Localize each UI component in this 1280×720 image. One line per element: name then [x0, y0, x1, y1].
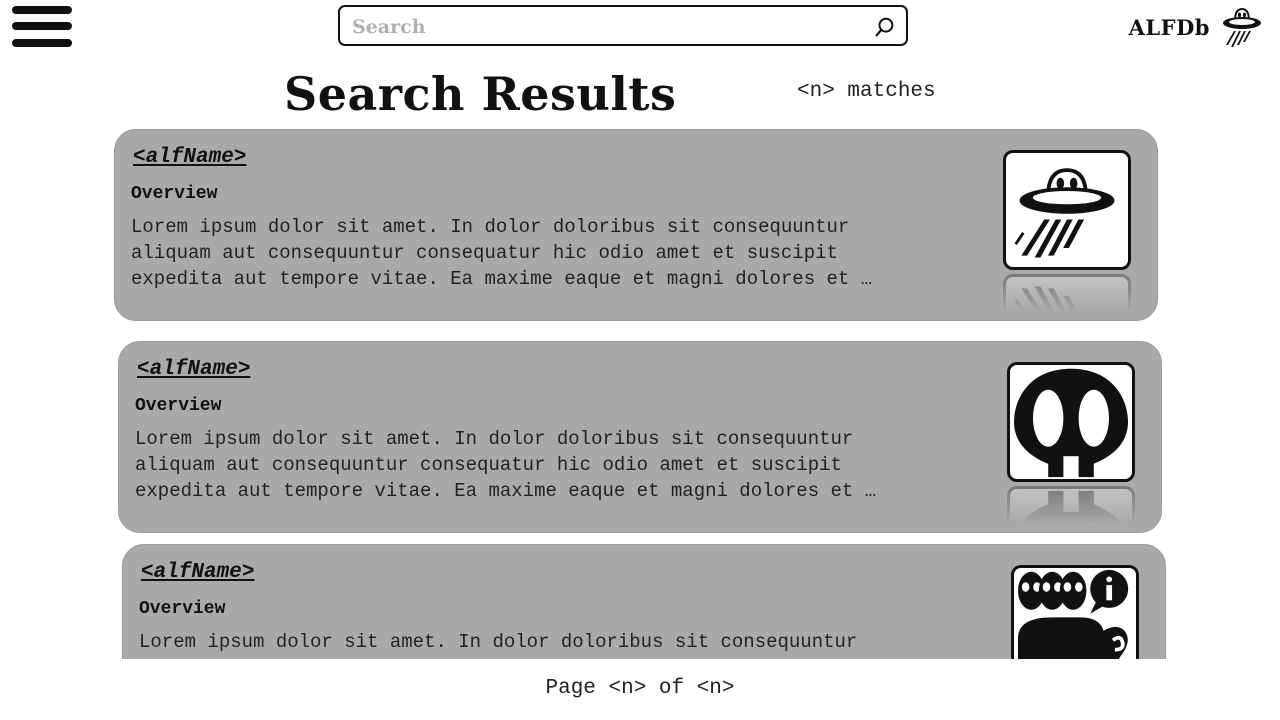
alf-name-link[interactable]: <alfName> [137, 358, 250, 381]
match-count: <n> matches [797, 80, 936, 103]
alien-skull-icon [1014, 368, 1128, 479]
overview-text: Lorem ipsum dolor sit amet. In dolor dol… [131, 216, 873, 290]
search-input[interactable] [350, 13, 854, 41]
result-card[interactable]: <alfName> Overview Lorem ipsum dolor sit… [118, 341, 1162, 533]
overview-text: Lorem ipsum dolor sit amet. In dolor dol… [135, 428, 877, 502]
brand-name: ALFDb [1128, 14, 1210, 40]
overview-label: Overview [139, 599, 226, 619]
thumbnail-reflection [1003, 274, 1131, 312]
overview-label: Overview [135, 396, 222, 416]
menu-bar [12, 22, 72, 30]
menu-bar [12, 6, 72, 14]
overview-label: Overview [131, 184, 218, 204]
menu-icon[interactable] [12, 4, 72, 50]
result-thumbnail[interactable] [1003, 150, 1135, 312]
search-bar [338, 5, 908, 46]
alf-name-link[interactable]: <alfName> [133, 146, 246, 169]
menu-bar [12, 39, 72, 47]
result-thumbnail[interactable] [1007, 362, 1139, 524]
overview-text: Lorem ipsum dolor sit amet. In dolor dol… [139, 631, 858, 659]
search-icon[interactable] [874, 16, 896, 38]
pagination-label: Page <n> of <n> [545, 677, 735, 700]
results-list[interactable]: <alfName> Overview Lorem ipsum dolor sit… [0, 124, 1280, 659]
brand[interactable]: ALFDb [1129, 4, 1262, 50]
ufo-icon [1013, 168, 1117, 260]
alien-info-elephant-icon [1016, 568, 1131, 659]
result-thumbnail[interactable] [1011, 565, 1143, 659]
result-card[interactable]: <alfName> Overview Lorem ipsum dolor sit… [114, 129, 1158, 321]
thumbnail-reflection [1007, 486, 1135, 524]
page-title: Search Results [284, 67, 677, 121]
ufo-logo-icon [1223, 7, 1261, 47]
result-card[interactable]: <alfName> Overview Lorem ipsum dolor sit… [122, 544, 1166, 659]
alf-name-link[interactable]: <alfName> [141, 561, 254, 584]
